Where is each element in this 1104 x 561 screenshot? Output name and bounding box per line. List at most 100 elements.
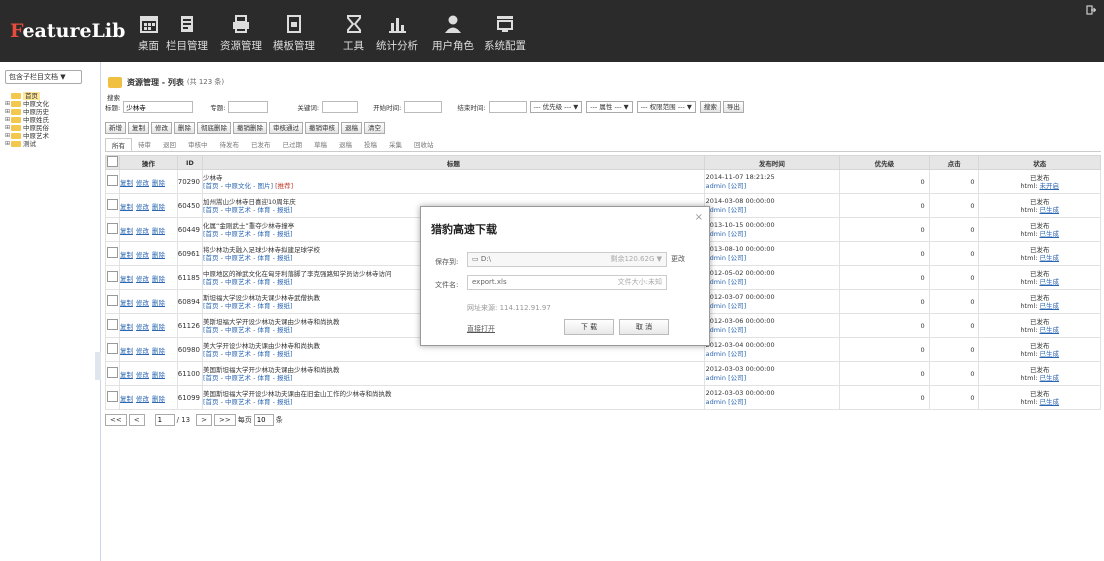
- status-tab[interactable]: 已发布: [245, 138, 277, 151]
- copy-link[interactable]: 复制: [120, 275, 133, 283]
- row-breadcrumb[interactable]: [首页 - 中原文化 - 图片]: [203, 182, 273, 190]
- status-tab[interactable]: 待发布: [214, 138, 246, 151]
- edit-link[interactable]: 修改: [136, 275, 149, 283]
- publish-author[interactable]: admin [公司]: [706, 374, 839, 383]
- row-checkbox[interactable]: [106, 343, 118, 354]
- delete-link[interactable]: 删除: [152, 347, 165, 355]
- row-checkbox[interactable]: [106, 199, 118, 210]
- action-button[interactable]: 清空: [364, 122, 385, 134]
- action-button[interactable]: 复制: [128, 122, 149, 134]
- action-button[interactable]: 审核通过: [269, 122, 303, 134]
- row-breadcrumb[interactable]: [首页 - 中原艺术 - 体育 - 报纸]: [203, 398, 293, 406]
- nav-statistics[interactable]: 统计分析: [376, 14, 418, 53]
- tree-node[interactable]: ⊞ 中原民俗: [5, 124, 49, 132]
- publish-author[interactable]: admin [公司]: [706, 326, 839, 335]
- start-time-input[interactable]: [404, 101, 443, 113]
- status-tab[interactable]: 采集: [383, 138, 408, 151]
- row-title[interactable]: 少林寺: [203, 174, 704, 182]
- row-title[interactable]: 美国斯坦福大学开少林功夫课由少林寺和尚执教: [203, 366, 704, 374]
- publish-author[interactable]: admin [公司]: [706, 350, 839, 359]
- row-checkbox[interactable]: [106, 175, 118, 186]
- copy-link[interactable]: 复制: [120, 179, 133, 187]
- last-page-button[interactable]: >>: [213, 414, 236, 426]
- search-button[interactable]: 搜索: [699, 101, 721, 113]
- sidebar-collapse-handle[interactable]: [95, 352, 101, 380]
- html-status-link[interactable]: 已生成: [1040, 350, 1060, 358]
- row-checkbox[interactable]: [106, 223, 118, 234]
- html-status-link[interactable]: 已生成: [1040, 278, 1060, 286]
- export-button[interactable]: 导出: [722, 101, 744, 113]
- edit-link[interactable]: 修改: [136, 203, 149, 211]
- html-status-link[interactable]: 已生成: [1040, 374, 1060, 382]
- close-icon[interactable]: ×: [695, 212, 703, 223]
- row-breadcrumb[interactable]: [首页 - 中原艺术 - 体育 - 报纸]: [203, 278, 293, 286]
- publish-author[interactable]: admin [公司]: [706, 254, 839, 263]
- delete-link[interactable]: 删除: [152, 323, 165, 331]
- row-checkbox[interactable]: [106, 295, 118, 306]
- nav-resource-management[interactable]: 资源管理: [220, 14, 262, 53]
- cancel-button[interactable]: 取 消: [619, 319, 669, 335]
- publish-author[interactable]: admin [公司]: [706, 182, 839, 191]
- row-breadcrumb[interactable]: [首页 - 中原艺术 - 体育 - 报纸]: [203, 230, 293, 238]
- nav-system-config[interactable]: 系统配置: [484, 14, 526, 53]
- publish-author[interactable]: admin [公司]: [706, 398, 839, 407]
- edit-link[interactable]: 修改: [136, 299, 149, 307]
- row-checkbox[interactable]: [106, 271, 118, 282]
- action-button[interactable]: 修改: [151, 122, 172, 134]
- row-breadcrumb[interactable]: [首页 - 中原艺术 - 体育 - 报纸]: [203, 254, 293, 262]
- edit-link[interactable]: 修改: [136, 323, 149, 331]
- first-page-button[interactable]: <<: [105, 414, 127, 426]
- copy-link[interactable]: 复制: [120, 227, 133, 235]
- topic-input[interactable]: [228, 101, 269, 113]
- publish-author[interactable]: admin [公司]: [706, 278, 839, 287]
- edit-link[interactable]: 修改: [136, 179, 149, 187]
- delete-link[interactable]: 删除: [152, 395, 165, 403]
- priority-select[interactable]: --- 优先级 --- ▼: [529, 101, 583, 113]
- status-tab[interactable]: 审核中: [182, 138, 214, 151]
- status-tab[interactable]: 所有: [105, 138, 132, 151]
- author-name[interactable]: admin: [706, 182, 726, 190]
- status-tab[interactable]: 退稿: [333, 138, 358, 151]
- edit-link[interactable]: 修改: [136, 395, 149, 403]
- html-status-link[interactable]: 已生成: [1040, 398, 1060, 406]
- copy-link[interactable]: 复制: [120, 251, 133, 259]
- row-breadcrumb[interactable]: [首页 - 中原艺术 - 体育 - 报纸]: [203, 206, 293, 214]
- copy-link[interactable]: 复制: [120, 299, 133, 307]
- author-name[interactable]: admin: [706, 350, 726, 358]
- publish-author[interactable]: admin [公司]: [706, 206, 839, 215]
- row-checkbox[interactable]: [106, 319, 118, 330]
- prev-page-button[interactable]: <: [128, 414, 145, 426]
- row-title[interactable]: 美国斯坦福大学开设少林功夫课由在旧金山工作的少林寺和尚执教: [203, 390, 704, 398]
- per-page-input[interactable]: [253, 414, 274, 426]
- table-row[interactable]: 复制 修改 删除 61099 美国斯坦福大学开设少林功夫课由在旧金山工作的少林寺和尚执教…: [105, 385, 1101, 410]
- status-tab[interactable]: 投稿: [358, 138, 383, 151]
- delete-link[interactable]: 删除: [152, 275, 165, 283]
- tree-node[interactable]: 首页: [5, 92, 49, 100]
- delete-link[interactable]: 删除: [152, 203, 165, 211]
- tree-node[interactable]: ⊞ 中原文化: [5, 100, 49, 108]
- copy-link[interactable]: 复制: [120, 395, 133, 403]
- logout-icon[interactable]: [1086, 5, 1096, 15]
- status-tab[interactable]: 草稿: [308, 138, 333, 151]
- tree-node[interactable]: ⊞ 中原艺术: [5, 132, 49, 140]
- edit-link[interactable]: 修改: [136, 371, 149, 379]
- row-title[interactable]: 加州嵩山少林寺日喜迎10周年庆: [203, 198, 704, 206]
- sidebar-filter-select[interactable]: 包含子栏目文档 ▼: [5, 70, 82, 84]
- delete-link[interactable]: 删除: [152, 251, 165, 259]
- delete-link[interactable]: 删除: [152, 299, 165, 307]
- row-checkbox[interactable]: [106, 367, 118, 378]
- attribute-select[interactable]: --- 属性 --- ▼: [586, 101, 633, 113]
- author-name[interactable]: admin: [706, 398, 726, 406]
- author-name[interactable]: admin: [706, 374, 726, 382]
- nav-desktop[interactable]: 桌面: [138, 14, 159, 53]
- status-tab[interactable]: 待审: [132, 138, 157, 151]
- copy-link[interactable]: 复制: [120, 371, 133, 379]
- download-button[interactable]: 下 载: [564, 319, 614, 335]
- html-status-link[interactable]: 未开启: [1040, 182, 1060, 190]
- action-button[interactable]: 撤销审核: [305, 122, 339, 134]
- row-breadcrumb[interactable]: [首页 - 中原艺术 - 体育 - 报纸]: [203, 374, 293, 382]
- status-tab[interactable]: 退回: [157, 138, 182, 151]
- table-row[interactable]: 复制 修改 删除 61100 美国斯坦福大学开少林功夫课由少林寺和尚执教 [首页 - 中原…: [105, 361, 1101, 386]
- select-all-checkbox[interactable]: [106, 156, 118, 167]
- status-tab[interactable]: 已过期: [277, 138, 309, 151]
